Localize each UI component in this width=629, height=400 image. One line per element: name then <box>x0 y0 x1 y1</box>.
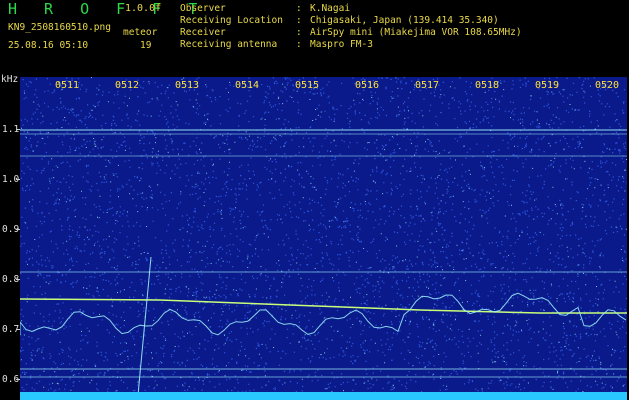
meta-row-receiver: Receiver: AirSpy mini (Miakejima VOR 108.… <box>180 27 522 38</box>
x-label-0512: 0512 <box>115 80 140 91</box>
noise-speckle <box>20 77 627 400</box>
meteor-label: meteor <box>123 27 158 38</box>
metadata-list: Observer: K.Nagai Receiving Location: Chig… <box>180 3 522 51</box>
x-label-0520: 0520 <box>595 80 620 91</box>
header-panel: H R O F F T 1.0.0f KN9_2508160510.png 25… <box>0 0 629 72</box>
app-version: 1.0.0f <box>125 3 162 14</box>
file-name: KN9_2508160510.png <box>8 22 111 33</box>
x-label-0511: 0511 <box>55 80 80 91</box>
spectrogram-plot[interactable] <box>20 77 627 400</box>
meta-row-observer: Observer: K.Nagai <box>180 3 351 14</box>
spectrogram-canvas <box>20 77 627 400</box>
x-label-0519: 0519 <box>535 80 560 91</box>
meta-row-antenna: Receiving antenna: Maspro FM-3 <box>180 39 373 50</box>
x-label-0514: 0514 <box>235 80 260 91</box>
app-brand: H R O F F T <box>8 0 207 18</box>
x-label-0513: 0513 <box>175 80 200 91</box>
datetime: 25.08.16 05:10 <box>8 40 89 51</box>
meta-row-location: Receiving Location: Chigasaki, Japan (139… <box>180 15 499 26</box>
meteor-count: 19 <box>140 40 152 51</box>
x-label-0515: 0515 <box>295 80 320 91</box>
y-axis-unit: kHz <box>1 74 19 85</box>
x-label-0517: 0517 <box>415 80 440 91</box>
bottom-band <box>20 392 627 400</box>
x-label-0518: 0518 <box>475 80 500 91</box>
x-label-0516: 0516 <box>355 80 380 91</box>
